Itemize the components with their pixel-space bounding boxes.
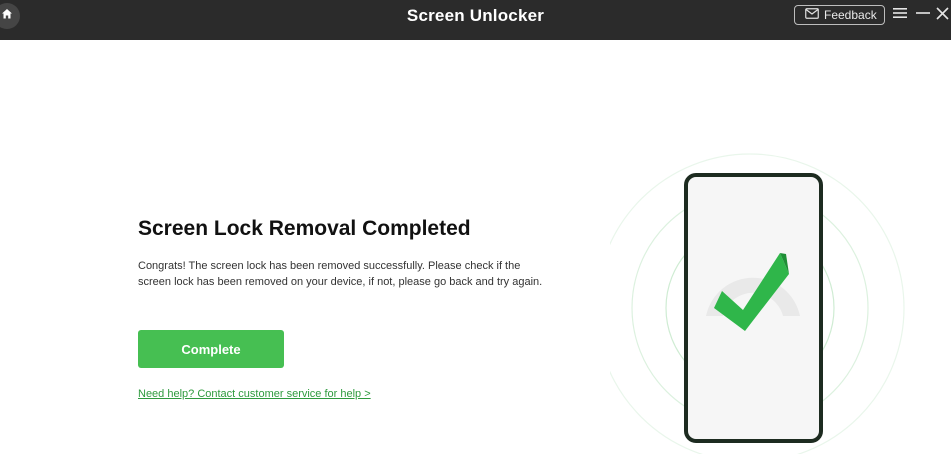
home-icon: [1, 7, 13, 25]
complete-button[interactable]: Complete: [138, 330, 284, 368]
menu-icon[interactable]: [892, 5, 908, 21]
feedback-button[interactable]: Feedback: [794, 5, 885, 25]
feedback-label: Feedback: [824, 8, 877, 22]
main-content: Screen Lock Removal Completed Congrats! …: [0, 40, 951, 454]
home-button[interactable]: [0, 3, 20, 29]
mail-icon: [805, 8, 819, 22]
title-bar: Screen Unlocker Feedback: [0, 0, 951, 40]
description-text: Congrats! The screen lock has been remov…: [138, 260, 543, 288]
minimize-icon[interactable]: [915, 5, 931, 21]
success-illustration: [595, 150, 930, 454]
close-icon[interactable]: [934, 5, 950, 21]
page-title: Screen Lock Removal Completed: [138, 217, 471, 240]
help-link[interactable]: Need help? Contact customer service for …: [138, 388, 371, 400]
